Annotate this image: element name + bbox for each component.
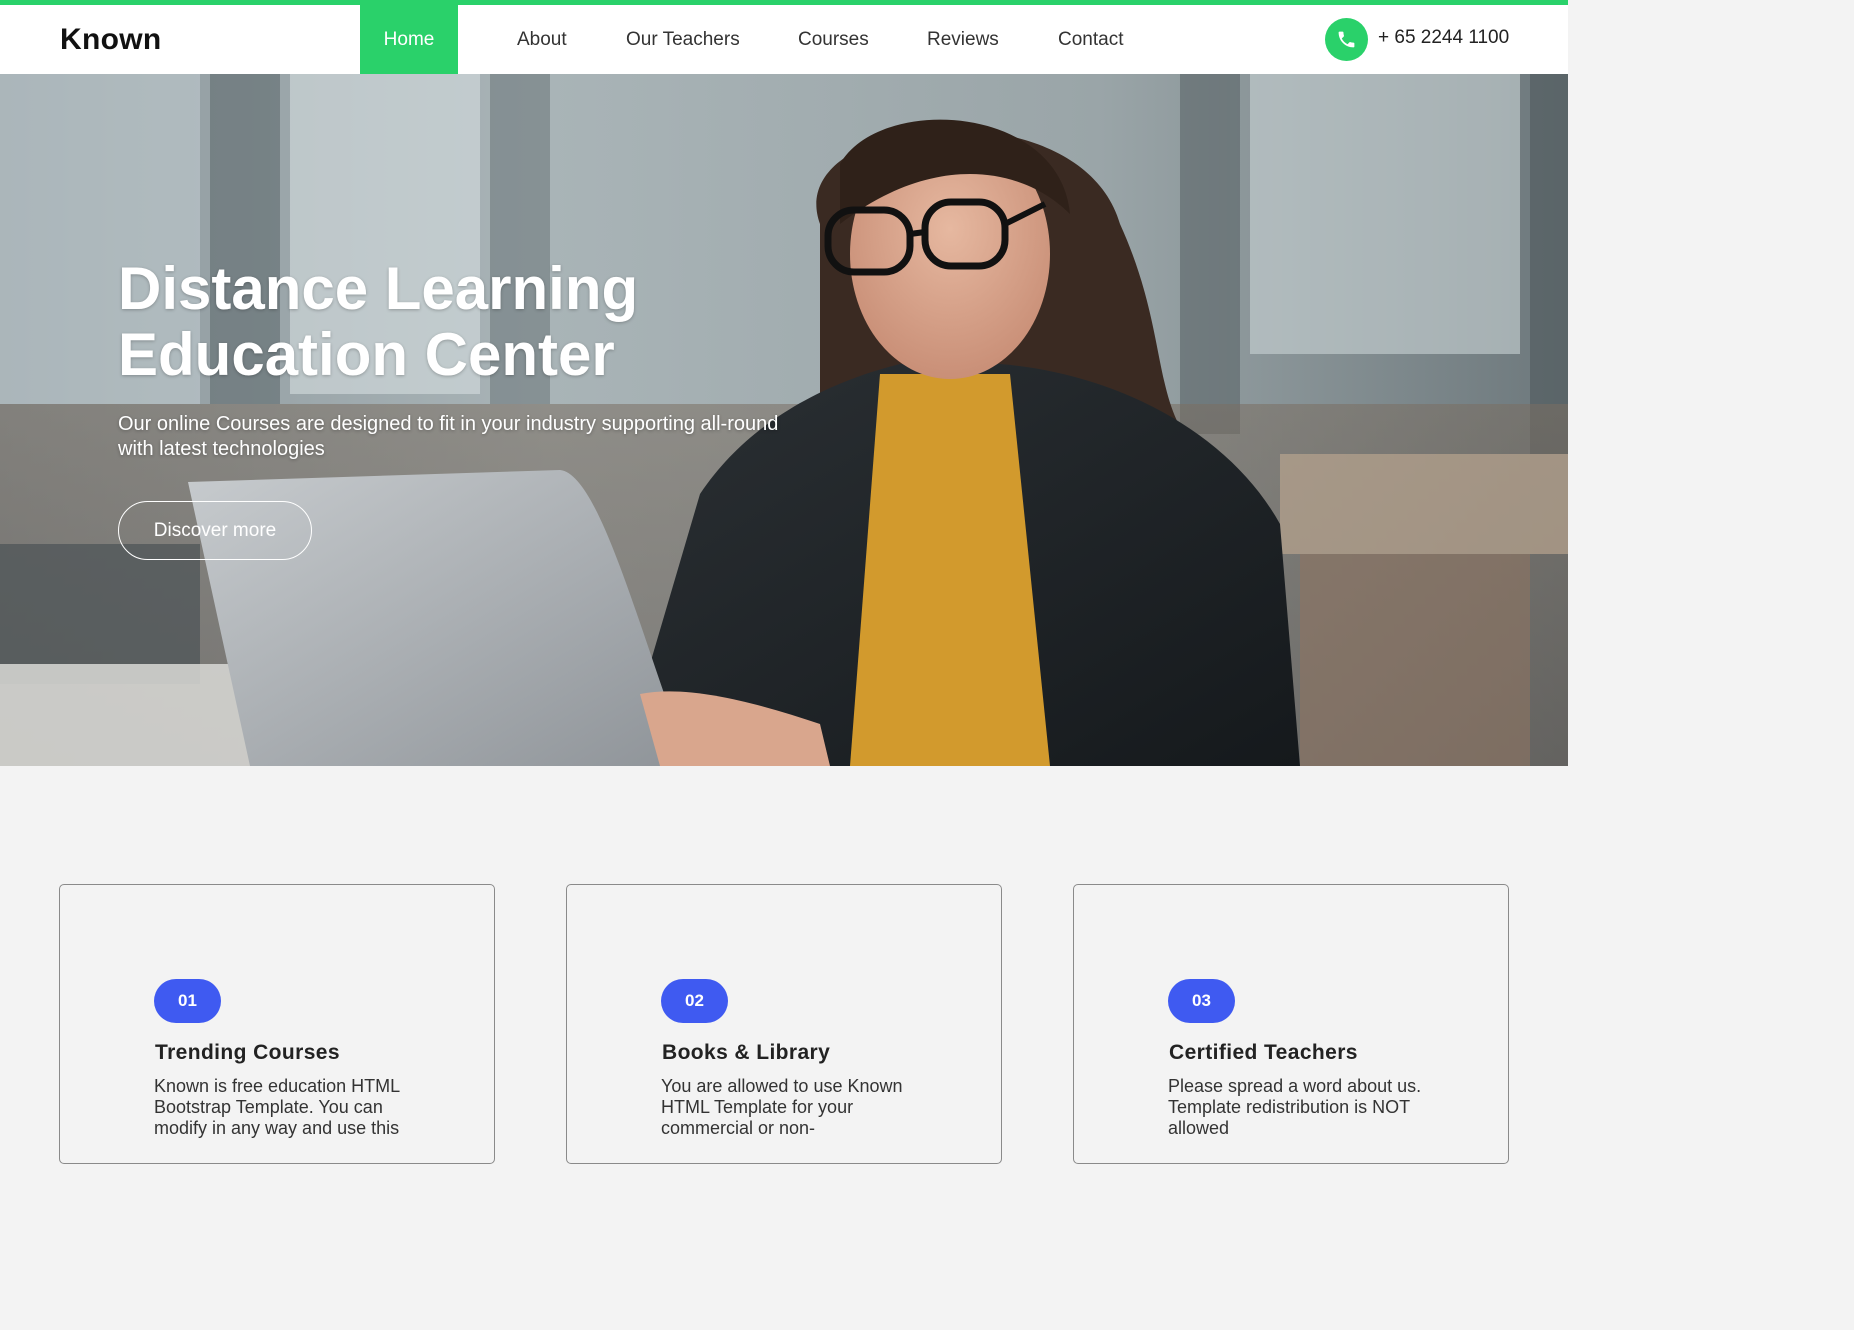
hero-description-line-1: Our online Courses are designed to fit i… <box>118 413 779 435</box>
nav-about[interactable]: About <box>517 5 567 74</box>
nav-home[interactable]: Home <box>360 5 458 74</box>
feature-card-books-library: 02 Books & Library You are allowed to us… <box>566 884 1002 1164</box>
hero-title: Distance Learning Education Center <box>118 256 818 388</box>
feature-number-badge: 03 <box>1168 979 1235 1023</box>
brand-logo[interactable]: Known <box>60 23 161 57</box>
hero-description: Our online Courses are designed to fit i… <box>118 412 838 462</box>
phone-icon[interactable] <box>1325 18 1368 61</box>
nav-contact[interactable]: Contact <box>1058 5 1123 74</box>
discover-more-button[interactable]: Discover more <box>118 501 312 560</box>
phone-number[interactable]: + 65 2244 1100 <box>1378 27 1509 49</box>
nav-courses[interactable]: Courses <box>798 5 869 74</box>
feature-title: Books & Library <box>662 1041 831 1064</box>
feature-text: Please spread a word about us. Template … <box>1168 1076 1422 1138</box>
nav-our-teachers[interactable]: Our Teachers <box>626 5 740 74</box>
feature-card-trending-courses: 01 Trending Courses Known is free educat… <box>59 884 495 1164</box>
feature-card-certified-teachers: 03 Certified Teachers Please spread a wo… <box>1073 884 1509 1164</box>
feature-title: Certified Teachers <box>1169 1041 1358 1064</box>
hero-title-line-1: Distance Learning <box>118 255 639 322</box>
hero-title-line-2: Education Center <box>118 321 615 388</box>
feature-text: You are allowed to use Known HTML Templa… <box>661 1076 903 1138</box>
feature-text: Known is free education HTML Bootstrap T… <box>154 1076 400 1138</box>
feature-number-badge: 02 <box>661 979 728 1023</box>
feature-number-badge: 01 <box>154 979 221 1023</box>
hero-description-line-2: with latest technologies <box>118 438 325 460</box>
hero-section: Distance Learning Education Center Our o… <box>0 74 1568 766</box>
nav-reviews[interactable]: Reviews <box>927 5 999 74</box>
navbar: Known Home About Our Teachers Courses Re… <box>0 5 1568 74</box>
feature-title: Trending Courses <box>155 1041 340 1064</box>
